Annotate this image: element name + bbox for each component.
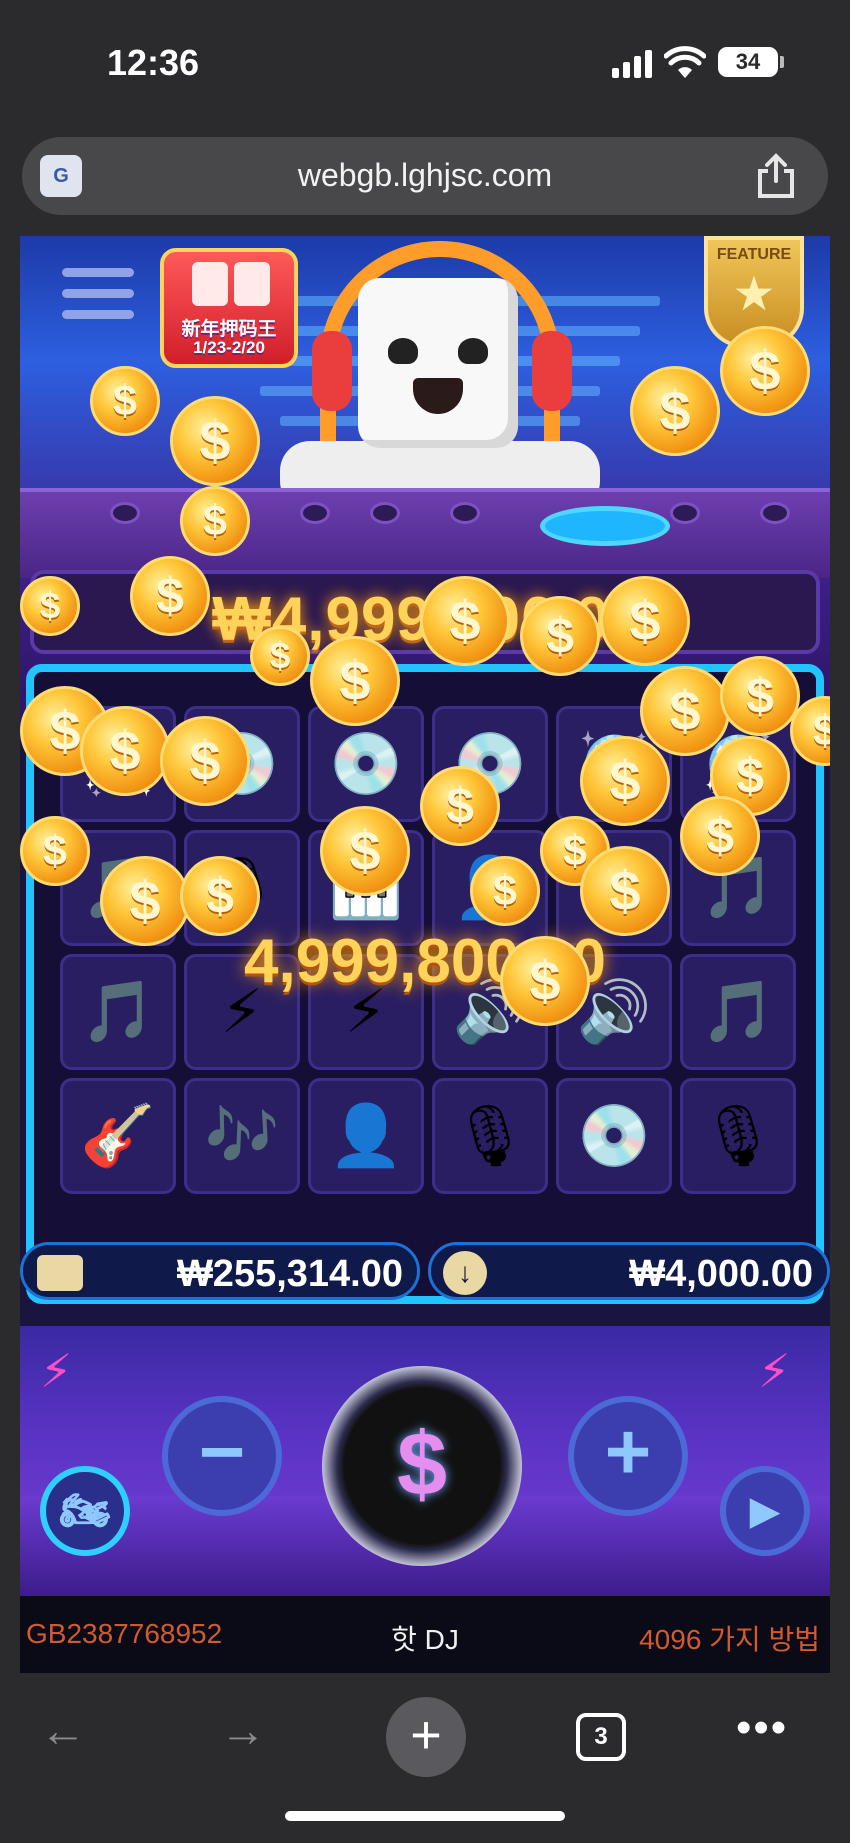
game-canvas[interactable]: ₩4,999,800.00 新年押码王 1/23-2/20 FEATURE ★ … — [20, 236, 830, 1673]
reel-symbol: 🎙 — [680, 1078, 796, 1194]
turbo-button[interactable]: 🏍 — [40, 1466, 130, 1556]
drink-icon — [234, 262, 270, 306]
feature-label: FEATURE — [716, 246, 792, 263]
more-button[interactable]: ••• — [736, 1703, 788, 1753]
reel-symbol: 👤 — [308, 1078, 424, 1194]
new-tab-button[interactable]: + — [386, 1697, 466, 1777]
tabs-button[interactable]: 3 — [576, 1713, 626, 1761]
balance-row: ₩255,314.00 ↓ ₩4,000.00 — [20, 1236, 830, 1306]
balance-pill: ₩255,314.00 — [20, 1242, 420, 1300]
coin-icon: $ — [130, 556, 210, 636]
status-bar: 12:36 34 — [0, 0, 850, 120]
back-button[interactable]: ← — [40, 1703, 86, 1757]
play-icon: ▶ — [749, 1489, 781, 1533]
minus-icon: − — [198, 1407, 246, 1496]
lightning-icon: ⚡ — [758, 1345, 791, 1397]
bet-value: ₩4,000.00 — [629, 1253, 813, 1295]
event-dates: 1/23-2/20 — [193, 338, 265, 357]
coin-icon: $ — [420, 576, 510, 666]
coin-icon: $ — [420, 766, 500, 846]
coin-icon: $ — [720, 326, 810, 416]
wallet-icon — [37, 1255, 83, 1291]
coin-icon: $ — [500, 936, 590, 1026]
coin-icon: $ — [80, 706, 170, 796]
coin-icon: $ — [640, 666, 730, 756]
coin-icon: $ — [170, 396, 260, 486]
browser-toolbar: ← → + 3 ••• — [0, 1673, 850, 1843]
coin-icon: $ — [470, 856, 540, 926]
home-indicator — [285, 1811, 565, 1821]
dollar-icon: $ — [396, 1415, 448, 1515]
decrease-bet-button[interactable]: − — [162, 1396, 282, 1516]
battery-indicator: 34 — [718, 47, 778, 77]
motorbike-icon: 🏍 — [59, 1489, 111, 1533]
coin-icon: $ — [180, 486, 250, 556]
coin-icon: $ — [580, 846, 670, 936]
coin-icon: $ — [680, 796, 760, 876]
ways-count: 4096 가지 방법 — [639, 1624, 820, 1655]
coin-icon: $ — [600, 576, 690, 666]
turntable — [540, 506, 670, 546]
autoplay-button[interactable]: ▶ — [720, 1466, 810, 1556]
clock: 12:36 — [107, 42, 200, 83]
menu-icon[interactable] — [62, 268, 134, 332]
lightning-icon: ⚡ — [40, 1345, 73, 1397]
coin-icon: $ — [90, 366, 160, 436]
reel-symbol: 🎸 — [60, 1078, 176, 1194]
bet-pill[interactable]: ↓ ₩4,000.00 — [428, 1242, 830, 1300]
coin-icon: $ — [520, 596, 600, 676]
coin-icon: $ — [250, 626, 310, 686]
reel-symbol: 💿 — [556, 1078, 672, 1194]
wifi-icon — [664, 46, 706, 78]
signal-icon — [612, 50, 656, 78]
star-icon: ★ — [732, 268, 776, 321]
share-icon[interactable] — [754, 153, 798, 199]
event-title: 新年押码王 — [181, 319, 277, 340]
coin-icon: $ — [630, 366, 720, 456]
coin-icon: $ — [160, 716, 250, 806]
coin-icon: $ — [180, 856, 260, 936]
bet-icon: ↓ — [443, 1251, 487, 1295]
spin-button[interactable]: $ — [322, 1366, 522, 1566]
dj-deck — [20, 488, 830, 578]
reel-symbol: 🎶 — [184, 1078, 300, 1194]
drink-icon — [192, 262, 228, 306]
balance-value: ₩255,314.00 — [176, 1253, 403, 1295]
control-panel: ⚡ ⚡ 🏍 − $ + ▶ — [20, 1326, 830, 1596]
coin-icon: $ — [580, 736, 670, 826]
coin-icon: $ — [20, 816, 90, 886]
increase-bet-button[interactable]: + — [568, 1396, 688, 1516]
coin-icon: $ — [310, 636, 400, 726]
coin-icon: $ — [720, 656, 800, 736]
url-text[interactable]: webgb.lghjsc.com — [22, 157, 828, 194]
coin-icon: $ — [320, 806, 410, 896]
game-footer: GB2387768952 핫 DJ 4096 가지 방법 — [20, 1596, 830, 1673]
plus-icon: + — [604, 1407, 652, 1496]
forward-button[interactable]: → — [220, 1703, 266, 1757]
event-badge[interactable]: 新年押码王 1/23-2/20 — [160, 248, 298, 368]
address-bar[interactable]: G webgb.lghjsc.com — [22, 137, 828, 215]
battery-tip — [780, 56, 784, 68]
coin-icon: $ — [100, 856, 190, 946]
dj-character — [358, 278, 518, 448]
reel-symbol: 🎙 — [432, 1078, 548, 1194]
coin-icon: $ — [20, 576, 80, 636]
